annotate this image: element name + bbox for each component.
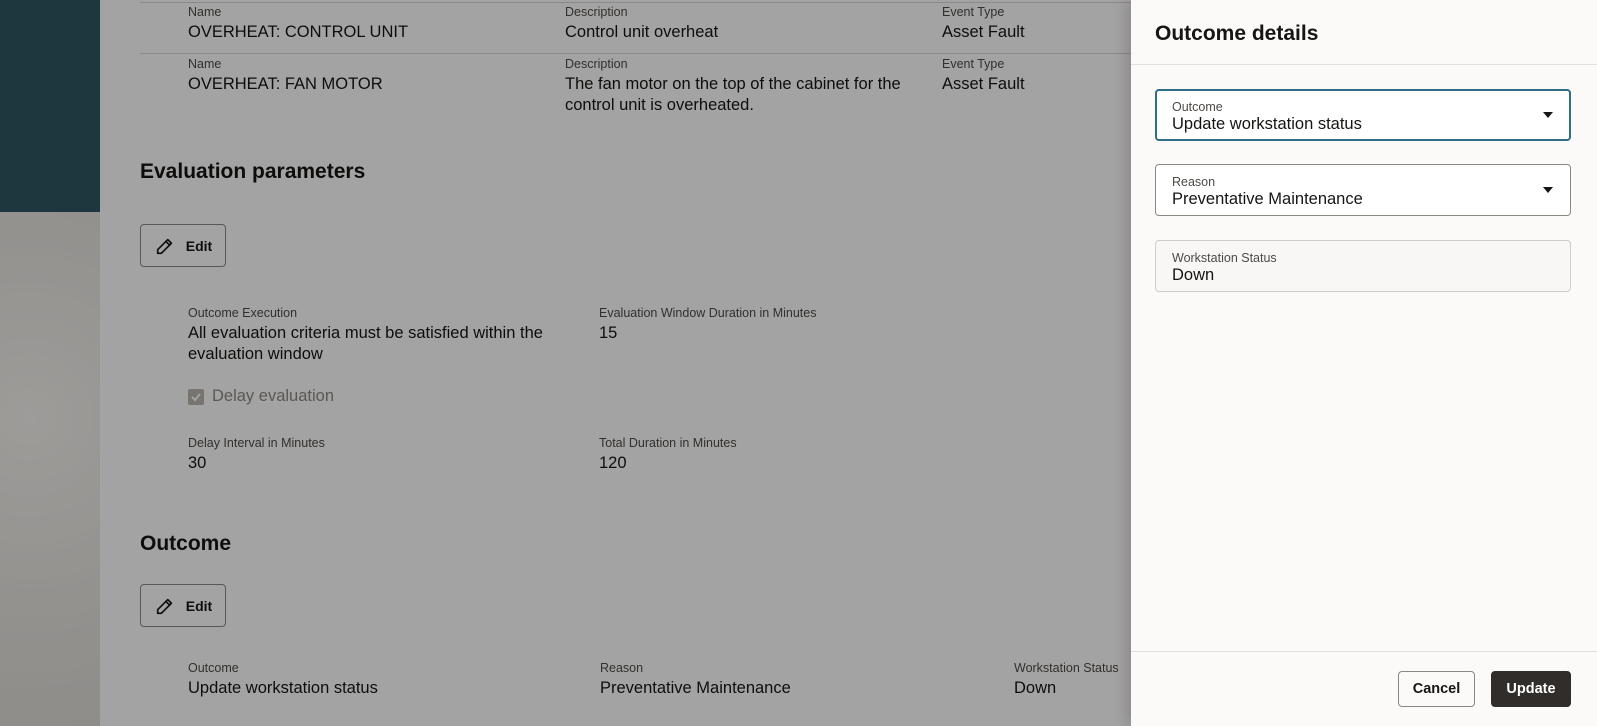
input-value: Down xyxy=(1172,266,1215,284)
drawer-title: Outcome details xyxy=(1155,22,1319,45)
caret-down-icon xyxy=(1543,187,1553,193)
select-value: Update workstation status xyxy=(1172,115,1362,133)
drawer-divider xyxy=(1131,64,1597,65)
workstation-status-input: Workstation Status Down xyxy=(1155,240,1571,292)
select-value: Preventative Maintenance xyxy=(1172,190,1363,208)
drawer-divider xyxy=(1131,651,1597,652)
outcome-details-drawer: Outcome details Outcome Update workstati… xyxy=(1131,0,1597,726)
reason-select[interactable]: Reason Preventative Maintenance xyxy=(1155,164,1571,216)
input-label: Workstation Status xyxy=(1172,251,1277,265)
select-label: Outcome xyxy=(1172,100,1223,114)
modal-overlay[interactable] xyxy=(0,0,1131,726)
select-label: Reason xyxy=(1172,175,1216,189)
cancel-button[interactable]: Cancel xyxy=(1398,671,1475,707)
caret-down-icon xyxy=(1543,112,1553,118)
update-button[interactable]: Update xyxy=(1491,671,1571,707)
outcome-select[interactable]: Outcome Update workstation status xyxy=(1155,89,1571,141)
